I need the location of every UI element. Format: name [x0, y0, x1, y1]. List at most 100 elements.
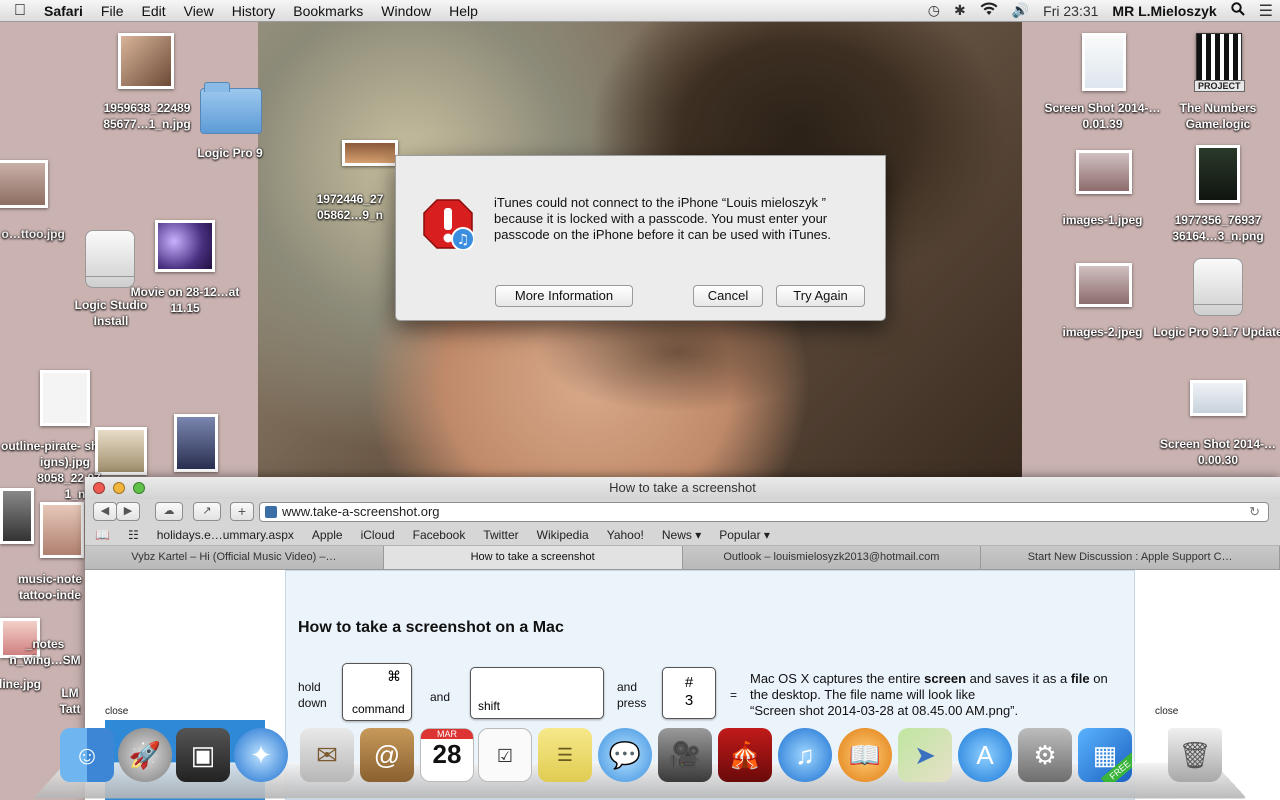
try-again-button[interactable]: Try Again	[776, 285, 865, 307]
favorite-wikipedia[interactable]: Wikipedia	[528, 528, 598, 542]
calendar-month: MAR	[421, 729, 473, 739]
command-key: ⌘ command	[342, 663, 412, 721]
three-symbol: 3	[684, 692, 694, 709]
minimize-window-icon[interactable]	[113, 482, 125, 494]
volume-icon[interactable]: 🔊	[1005, 2, 1036, 19]
mail-icon[interactable]: ✉	[300, 728, 354, 782]
favorite-popular-menu[interactable]: Popular ▾	[710, 528, 779, 542]
ad-close-right[interactable]: close	[1155, 706, 1178, 717]
contacts-icon[interactable]: @	[360, 728, 414, 782]
tab-apple-support[interactable]: Start New Discussion : Apple Support C…	[981, 546, 1280, 569]
tab-outlook[interactable]: Outlook – louismielosyzk2013@hotmail.com	[682, 546, 982, 569]
page-heading: How to take a screenshot on a Mac	[298, 619, 564, 636]
maps-icon[interactable]: ➤	[898, 728, 952, 782]
ad-close-left[interactable]: close	[105, 706, 128, 717]
more-information-button[interactable]: More Information	[495, 285, 633, 307]
window-title: How to take a screenshot	[609, 480, 756, 495]
reload-icon[interactable]: ↻	[1249, 503, 1260, 521]
desktop-icon-label: images-1.jpeg	[1062, 213, 1143, 227]
app-store-icon[interactable]: A	[958, 728, 1012, 782]
dock: ☺ 🚀 ▣ ✦ ✉ @ MAR 28 ☑ ☰ 💬 🎥 🎪 ♫ 📖 ➤ A ⚙ ▦…	[32, 728, 1248, 800]
menu-edit[interactable]: Edit	[132, 3, 174, 19]
menu-help[interactable]: Help	[440, 3, 487, 19]
desktop-icon-label: Logic Pro 9.1.7 Update	[1153, 325, 1280, 339]
close-window-icon[interactable]	[93, 482, 105, 494]
address-bar[interactable]: www.take-a-screenshot.org ↻	[259, 502, 1269, 522]
cancel-button[interactable]: Cancel	[693, 285, 763, 307]
status-area: ◷ ✱ 🔊 Fri 23:31 MR L.Mieloszyk ☰	[921, 1, 1280, 21]
itunes-icon[interactable]: ♫	[778, 728, 832, 782]
menu-safari[interactable]: Safari	[40, 3, 92, 19]
wifi-icon[interactable]	[973, 2, 1005, 19]
share-button[interactable]: ↗	[193, 502, 221, 521]
forward-button[interactable]: ▶	[116, 502, 140, 521]
photo-thumbnail	[342, 140, 398, 166]
menu-file[interactable]: File	[92, 3, 133, 19]
screenshot-thumbnail	[1190, 380, 1246, 416]
window-title-bar[interactable]: How to take a screenshot	[85, 477, 1280, 499]
back-button[interactable]: ◀	[93, 502, 117, 521]
desktop-icon-label: Movie on 28-12…at 11.15	[130, 285, 240, 315]
command-key-label: command	[352, 702, 405, 716]
desktop-icon-label: 1972446_27 05862…9_n	[316, 192, 384, 222]
logic-project-icon	[1196, 33, 1242, 85]
facetime-icon[interactable]: 🎥	[658, 728, 712, 782]
favorite-facebook[interactable]: Facebook	[404, 528, 475, 542]
photo-thumbnail	[0, 488, 34, 544]
menu-bookmarks[interactable]: Bookmarks	[284, 3, 372, 19]
spotlight-search-icon[interactable]	[1224, 2, 1252, 19]
apple-menu-icon[interactable]: 	[0, 2, 40, 20]
favorite-icloud[interactable]: iCloud	[352, 528, 404, 542]
messages-icon[interactable]: 💬	[598, 728, 652, 782]
tab-how-to-take-screenshot[interactable]: How to take a screenshot	[383, 546, 683, 569]
desktop-icon-label: 1977356_76937 36164…3_n.png	[1172, 213, 1264, 243]
disk-drive-icon	[85, 230, 135, 288]
favorite-apple[interactable]: Apple	[303, 528, 352, 542]
time-machine-icon[interactable]: ◷	[921, 2, 947, 19]
notes-icon[interactable]: ☰	[538, 728, 592, 782]
favorite-news-menu[interactable]: News ▾	[653, 528, 710, 542]
trash-icon[interactable]: 🗑	[1168, 728, 1222, 782]
and-press-text: and press	[617, 680, 647, 710]
reminders-icon[interactable]: ☑	[478, 728, 532, 782]
favorite-holidays[interactable]: holidays.e…ummary.aspx	[148, 528, 303, 542]
reading-list-icon[interactable]: 📖	[85, 528, 119, 542]
desktop-icon-label: Logic Pro 9	[197, 146, 263, 160]
ibooks-icon[interactable]: 📖	[838, 728, 892, 782]
menubar-clock[interactable]: Fri 23:31	[1036, 3, 1105, 19]
zoom-window-icon[interactable]	[133, 482, 145, 494]
desc-part: Mac OS X captures the entire	[750, 671, 925, 686]
equals-text: =	[730, 688, 738, 702]
alert-message: iTunes could not connect to the iPhone “…	[494, 195, 832, 242]
bluetooth-icon[interactable]: ✱	[947, 2, 973, 19]
finder-icon[interactable]: ☺	[60, 728, 114, 782]
menubar-user[interactable]: MR L.Mieloszyk	[1105, 3, 1223, 19]
desktop-icon-label: LM Tatt	[59, 686, 81, 716]
notification-center-icon[interactable]: ☰	[1252, 1, 1280, 21]
safari-icon[interactable]: ✦	[234, 728, 288, 782]
favorite-yahoo[interactable]: Yahoo!	[598, 528, 653, 542]
desc-bold-screen: screen	[924, 671, 967, 686]
photo-booth-icon[interactable]: 🎪	[718, 728, 772, 782]
top-sites-icon[interactable]: ☷	[119, 528, 148, 542]
tab-vybz-kartel[interactable]: Vybz Kartel – Hi (Official Music Video) …	[85, 546, 384, 569]
menu-window[interactable]: Window	[372, 3, 440, 19]
menu-history[interactable]: History	[223, 3, 285, 19]
mission-control-icon[interactable]: ▣	[176, 728, 230, 782]
shift-key-label: shift	[478, 699, 501, 713]
launchpad-icon[interactable]: 🚀	[118, 728, 172, 782]
favorite-twitter[interactable]: Twitter	[474, 528, 527, 542]
desktop-icon-label: images-2.jpeg	[1062, 325, 1143, 339]
desktop-icon-label: Screen Shot 2014-…0.00.30	[1159, 437, 1277, 467]
system-preferences-icon[interactable]: ⚙	[1018, 728, 1072, 782]
icloud-tabs-button[interactable]: ☁	[155, 502, 183, 521]
site-favicon-icon	[265, 506, 277, 518]
new-tab-button[interactable]: +	[230, 502, 254, 521]
movie-thumbnail	[155, 220, 215, 272]
screenshot-thumbnail	[1082, 33, 1126, 91]
free-app-icon[interactable]: ▦ FREE	[1078, 728, 1132, 782]
desktop-icon-label: Screen Shot 2014-…0.01.39	[1044, 101, 1161, 131]
svg-text:♫: ♫	[457, 232, 470, 248]
calendar-icon[interactable]: MAR 28	[420, 728, 474, 782]
menu-view[interactable]: View	[175, 3, 223, 19]
